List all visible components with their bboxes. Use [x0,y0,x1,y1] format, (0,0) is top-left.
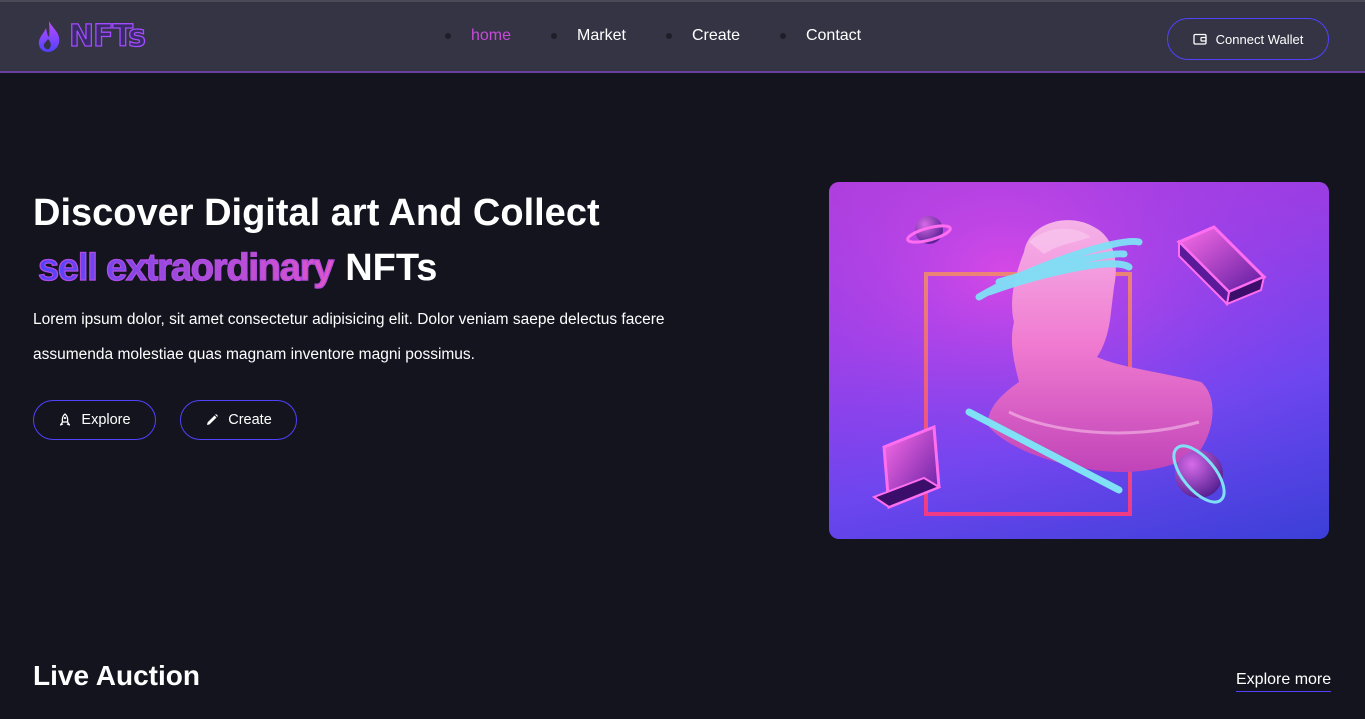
hero-artwork-graphic [829,182,1329,539]
nav-label: Create [691,27,740,44]
hero-title-line2: sell extraordinary NFTs [37,243,438,293]
nav-label: Market [577,27,626,44]
nav-label: home [471,27,512,44]
nav-item-contact[interactable]: Contact [779,27,862,45]
rocket-icon [60,413,71,426]
explore-button[interactable]: Explore [33,400,156,440]
pencil-icon [207,414,219,425]
create-label: Create [228,412,272,428]
hero-description: Lorem ipsum dolor, sit amet consectetur … [33,311,665,363]
logo[interactable]: NFTs [35,16,147,56]
nav-bullet [551,33,558,39]
nav-item-market[interactable]: Market [551,27,626,45]
create-button[interactable]: Create [180,400,297,440]
wallet-icon [1193,33,1207,45]
explore-label: Explore [81,412,131,428]
header: NFTs home Market Create Contact Connect … [0,0,1365,73]
flame-icon [38,21,60,52]
nav-label: Contact [805,27,862,44]
main-nav: home Market Create Contact [445,27,901,45]
logo-text: NFTs [68,18,146,54]
connect-wallet-button[interactable]: Connect Wallet [1167,18,1329,60]
connect-wallet-label: Connect Wallet [1215,31,1304,47]
hero-artwork [829,182,1329,539]
nav-item-home[interactable]: home [445,27,511,45]
hero-title-end: NFTs [345,247,438,289]
live-auction-title: Live Auction [33,660,200,691]
nav-bullet [665,33,672,39]
nav-bullet [445,33,451,39]
nav-item-create[interactable]: Create [665,27,740,45]
explore-more-link[interactable]: Explore more [1236,671,1332,692]
hero-highlight-text: sell extraordinary [37,243,335,293]
hero-title: Discover Digital art And Collect [33,192,600,234]
nav-bullet [779,33,786,39]
